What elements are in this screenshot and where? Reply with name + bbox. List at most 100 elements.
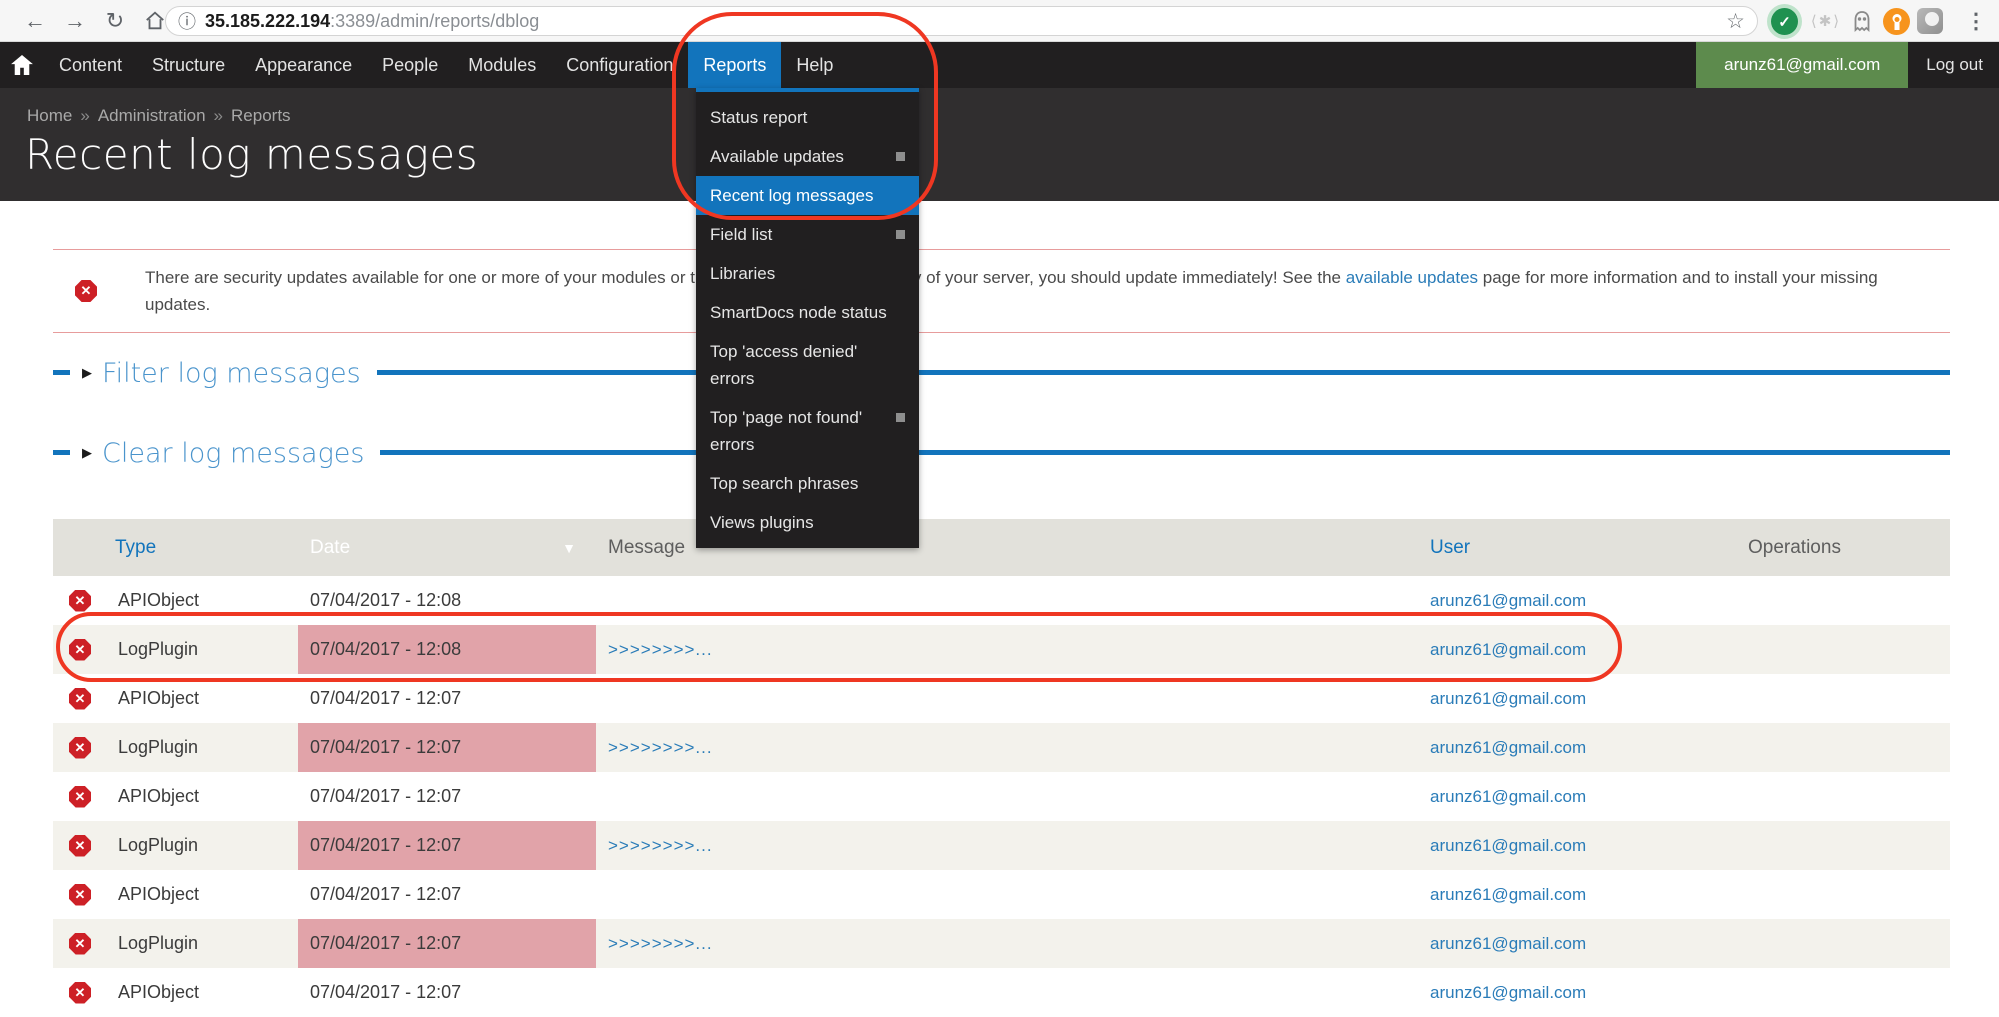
- dropdown-item-available-updates[interactable]: Available updates: [696, 137, 919, 176]
- page-header: Home»Administration»Reports Recent log m…: [0, 88, 1999, 201]
- reload-icon[interactable]: ↻: [98, 4, 132, 38]
- log-operations: [1736, 870, 1950, 919]
- log-table-row: ✕ APIObject 07/04/2017 - 12:08 arunz61@g…: [53, 576, 1950, 625]
- toolbar-item-configuration[interactable]: Configuration: [551, 42, 688, 88]
- log-type: APIObject: [118, 786, 199, 807]
- log-table-row: ✕ LogPlugin 07/04/2017 - 12:08 >>>>>>>>.…: [53, 625, 1950, 674]
- log-date: 07/04/2017 - 12:07: [298, 723, 596, 772]
- sort-user-header[interactable]: User: [1430, 537, 1470, 558]
- collapse-arrow-icon: ▶: [82, 365, 92, 381]
- site-home-icon[interactable]: [0, 42, 44, 88]
- extension-openvpn-icon[interactable]: [1883, 8, 1910, 35]
- dropdown-item-status-report[interactable]: Status report: [696, 98, 919, 137]
- security-alert: ✕ There are security updates available f…: [53, 249, 1950, 333]
- update-badge-icon: [896, 413, 905, 422]
- log-date: 07/04/2017 - 12:08: [298, 576, 596, 625]
- log-user-link[interactable]: arunz61@gmail.com: [1430, 787, 1586, 806]
- breadcrumb-reports[interactable]: Reports: [231, 106, 291, 125]
- bookmark-star-icon[interactable]: ☆: [1726, 9, 1745, 34]
- filter-fieldset-toggle[interactable]: ▶ Filter log messages: [70, 352, 377, 394]
- breadcrumb-separator: »: [72, 106, 97, 125]
- toolbar-item-people[interactable]: People: [367, 42, 453, 88]
- back-icon[interactable]: ←: [18, 4, 52, 38]
- sort-type-header[interactable]: Type: [115, 537, 156, 558]
- log-user-link[interactable]: arunz61@gmail.com: [1430, 738, 1586, 757]
- extension-ghost-icon[interactable]: [1848, 7, 1876, 35]
- dropdown-item-top-access-denied-errors[interactable]: Top 'access denied' errors: [696, 332, 919, 398]
- sort-date-header[interactable]: Date ▼: [298, 519, 596, 576]
- log-type: LogPlugin: [118, 933, 198, 954]
- log-operations: [1736, 968, 1950, 1017]
- log-operations: [1736, 576, 1950, 625]
- log-table-row: ✕ APIObject 07/04/2017 - 12:07 arunz61@g…: [53, 674, 1950, 723]
- collapse-arrow-icon: ▶: [82, 445, 92, 461]
- log-message-link[interactable]: >>>>>>>>...: [608, 640, 713, 659]
- log-table-row: ✕ APIObject 07/04/2017 - 12:07 arunz61@g…: [53, 772, 1950, 821]
- account-button[interactable]: arunz61@gmail.com: [1696, 42, 1908, 88]
- log-table-row: ✕ APIObject 07/04/2017 - 12:07 arunz61@g…: [53, 968, 1950, 1017]
- dropdown-item-smartdocs-node-status[interactable]: SmartDocs node status: [696, 293, 919, 332]
- log-user-link[interactable]: arunz61@gmail.com: [1430, 640, 1586, 659]
- log-message-link[interactable]: >>>>>>>>...: [608, 934, 713, 953]
- log-user-link[interactable]: arunz61@gmail.com: [1430, 836, 1586, 855]
- dropdown-item-top-page-not-found-errors[interactable]: Top 'page not found' errors: [696, 398, 919, 464]
- page-info-icon[interactable]: ⓘ: [178, 8, 196, 34]
- update-badge-icon: [896, 230, 905, 239]
- security-alert-text: There are security updates available for…: [145, 264, 1950, 318]
- log-operations: [1736, 674, 1950, 723]
- reports-dropdown-menu: Status reportAvailable updatesRecent log…: [696, 88, 919, 548]
- log-type: APIObject: [118, 590, 199, 611]
- operations-header: Operations: [1748, 537, 1841, 558]
- extension-check-icon[interactable]: ✓: [1771, 8, 1798, 35]
- available-updates-link[interactable]: available updates: [1346, 268, 1478, 287]
- toolbar-item-content[interactable]: Content: [44, 42, 137, 88]
- toolbar-item-appearance[interactable]: Appearance: [240, 42, 367, 88]
- browser-menu-icon[interactable]: ⋮: [1962, 7, 1990, 35]
- extension-disabled-icon[interactable]: ⟨✱⟩: [1812, 7, 1840, 35]
- extension-app-icon[interactable]: [1917, 8, 1943, 34]
- log-type: APIObject: [118, 688, 199, 709]
- clear-fieldset: ▶ Clear log messages: [53, 432, 1950, 474]
- toolbar-item-structure[interactable]: Structure: [137, 42, 240, 88]
- dropdown-item-libraries[interactable]: Libraries: [696, 254, 919, 293]
- toolbar-item-reports[interactable]: Reports: [688, 42, 781, 88]
- filter-fieldset: ▶ Filter log messages: [53, 352, 1950, 394]
- log-table: Type Date ▼ Message User Operations ✕ AP…: [53, 519, 1950, 1017]
- log-message-link[interactable]: >>>>>>>>...: [608, 836, 713, 855]
- error-icon: ✕: [69, 786, 91, 808]
- message-header: Message: [608, 537, 685, 558]
- log-message-link[interactable]: >>>>>>>>...: [608, 738, 713, 757]
- toolbar-item-help[interactable]: Help: [781, 42, 848, 88]
- address-bar[interactable]: ⓘ 35.185.222.194:3389/admin/reports/dblo…: [165, 6, 1758, 36]
- log-user-link[interactable]: arunz61@gmail.com: [1430, 934, 1586, 953]
- toolbar-menu: ContentStructureAppearancePeopleModulesC…: [44, 42, 848, 88]
- dropdown-item-recent-log-messages[interactable]: Recent log messages: [696, 176, 919, 215]
- log-operations: [1736, 919, 1950, 968]
- log-operations: [1736, 821, 1950, 870]
- error-icon: ✕: [69, 933, 91, 955]
- dropdown-item-top-search-phrases[interactable]: Top search phrases: [696, 464, 919, 503]
- log-date: 07/04/2017 - 12:07: [298, 772, 596, 821]
- log-table-body: ✕ APIObject 07/04/2017 - 12:08 arunz61@g…: [53, 576, 1950, 1017]
- log-user-link[interactable]: arunz61@gmail.com: [1430, 885, 1586, 904]
- log-table-row: ✕ LogPlugin 07/04/2017 - 12:07 >>>>>>>>.…: [53, 723, 1950, 772]
- log-user-link[interactable]: arunz61@gmail.com: [1430, 689, 1586, 708]
- error-icon: ✕: [69, 737, 91, 759]
- browser-chrome: ← → ↻ ⓘ 35.185.222.194:3389/admin/report…: [0, 0, 1999, 42]
- page-title: Recent log messages: [25, 130, 478, 179]
- breadcrumb-administration[interactable]: Administration: [98, 106, 206, 125]
- log-type: LogPlugin: [118, 639, 198, 660]
- dropdown-item-field-list[interactable]: Field list: [696, 215, 919, 254]
- log-operations: [1736, 625, 1950, 674]
- log-user-link[interactable]: arunz61@gmail.com: [1430, 591, 1586, 610]
- logout-button[interactable]: Log out: [1908, 42, 1999, 88]
- log-user-link[interactable]: arunz61@gmail.com: [1430, 983, 1586, 1002]
- clear-fieldset-toggle[interactable]: ▶ Clear log messages: [70, 432, 380, 474]
- log-table-row: ✕ APIObject 07/04/2017 - 12:07 arunz61@g…: [53, 870, 1950, 919]
- dropdown-item-views-plugins[interactable]: Views plugins: [696, 503, 919, 542]
- log-type: LogPlugin: [118, 835, 198, 856]
- toolbar-item-modules[interactable]: Modules: [453, 42, 551, 88]
- breadcrumb-home[interactable]: Home: [27, 106, 72, 125]
- error-icon: ✕: [69, 688, 91, 710]
- forward-icon[interactable]: →: [58, 4, 92, 38]
